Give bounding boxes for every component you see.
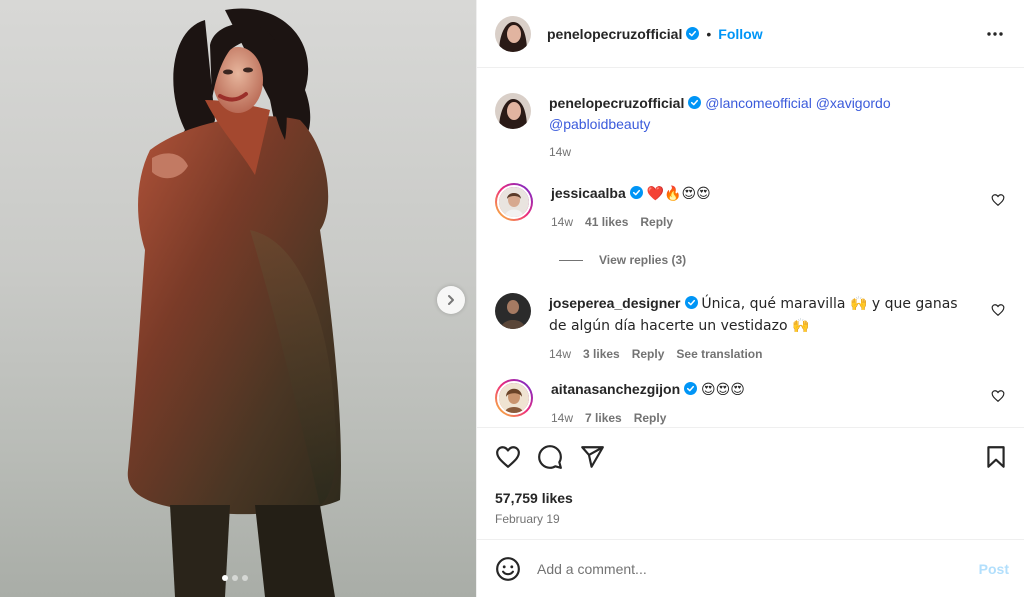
carousel-dot [232,575,238,581]
comment: aitanasanchezgijon 😍😍😍 14w 7 likes Reply [495,379,1005,427]
caption: penelopecruzofficial @lancomeofficial @x… [495,93,1005,163]
post-comment-button[interactable]: Post [979,561,1009,577]
reply-button[interactable]: Reply [634,408,667,427]
add-comment-bar: Post [477,539,1024,597]
comment-bubble-icon[interactable] [537,444,563,470]
post-photo [127,8,341,597]
carousel-dot [242,575,248,581]
mention-link[interactable]: @pabloidbeauty [549,116,650,132]
post-header: penelopecruzofficial • Follow [477,0,1024,68]
comment-likes[interactable]: 41 likes [585,212,628,233]
comment-likes[interactable]: 7 likes [585,408,622,427]
commenter-avatar[interactable] [495,379,533,417]
like-comment-heart-icon[interactable] [991,303,1005,317]
action-icons [495,444,605,470]
author-avatar[interactable] [495,15,531,52]
like-comment-heart-icon[interactable] [991,193,1005,207]
verified-badge-icon [688,96,702,109]
mention-link[interactable]: @lancomeofficial [705,95,812,111]
reply-button[interactable]: Reply [632,344,665,365]
post-actions: 57,759 likes February 19 [477,427,1024,539]
comment-meta: 14w 41 likes Reply [551,212,971,233]
chevron-right-icon [448,295,454,305]
verified-badge-icon [684,382,698,395]
view-replies-button[interactable]: View replies (3) [559,253,686,267]
next-slide-button[interactable] [437,286,465,314]
comment-text-line: aitanasanchezgijon 😍😍😍 [551,379,971,401]
author-username[interactable]: penelopecruzofficial [547,26,682,42]
separator-dot: • [706,25,712,42]
comment-meta: 14w 7 likes Reply [551,408,971,427]
replies-divider [559,259,583,261]
comments-list[interactable]: penelopecruzofficial @lancomeofficial @x… [477,69,1024,427]
mention-link[interactable]: @xavigordo [816,95,891,111]
caption-body: penelopecruzofficial @lancomeofficial @x… [549,93,969,163]
comment-username[interactable]: aitanasanchezgijon [551,381,680,397]
see-translation-button[interactable]: See translation [676,344,762,365]
like-heart-icon[interactable] [495,444,521,470]
carousel-dot [222,575,228,581]
comment-text-line: jessicaalba ❤️🔥😍😍 [551,183,971,205]
comment-text-line: joseperea_designer Única, qué maravilla … [549,293,969,337]
comment: jessicaalba ❤️🔥😍😍 14w 41 likes Reply [495,183,1005,233]
comment-meta: 14w 3 likes Reply See translation [549,344,969,365]
emoji-smiley-icon[interactable] [495,556,521,582]
comment-time[interactable]: 14w [551,408,573,427]
likes-count[interactable]: 57,759 likes [495,490,573,506]
author-avatar[interactable] [495,93,531,129]
post-dialog: penelopecruzofficial • Follow penelopecr… [0,0,1024,597]
post-media[interactable] [0,0,476,597]
share-send-icon[interactable] [579,444,605,470]
verified-badge-icon [629,186,643,199]
carousel-indicators [222,575,248,581]
comment: joseperea_designer Única, qué maravilla … [495,293,1005,365]
comment-likes[interactable]: 3 likes [583,344,620,365]
more-options-icon[interactable] [985,24,1005,44]
verified-badge-icon [686,27,700,40]
caption-time[interactable]: 14w [549,142,571,163]
bookmark-icon[interactable] [983,444,1009,470]
comment-text: 😍😍😍 [701,382,745,398]
comment-body: jessicaalba ❤️🔥😍😍 14w 41 likes Reply [551,183,971,233]
comment-username[interactable]: joseperea_designer [549,295,681,311]
caption-username[interactable]: penelopecruzofficial [549,95,684,111]
comment-body: joseperea_designer Única, qué maravilla … [549,293,969,365]
post-side-panel: penelopecruzofficial • Follow penelopecr… [476,0,1024,597]
caption-meta: 14w [549,142,969,163]
comment-input[interactable] [537,560,979,577]
follow-button[interactable]: Follow [718,26,762,42]
commenter-avatar[interactable] [495,293,531,329]
reply-button[interactable]: Reply [640,212,673,233]
comment-time[interactable]: 14w [551,212,573,233]
post-date[interactable]: February 19 [495,512,560,526]
view-replies-label: View replies (3) [599,253,687,267]
like-comment-heart-icon[interactable] [991,389,1005,403]
comment-username[interactable]: jessicaalba [551,185,626,201]
comment-time[interactable]: 14w [549,344,571,365]
comment-body: aitanasanchezgijon 😍😍😍 14w 7 likes Reply [551,379,971,427]
verified-badge-icon [684,296,698,309]
commenter-avatar[interactable] [495,183,533,221]
caption-text: penelopecruzofficial @lancomeofficial @x… [549,93,969,135]
comment-text: ❤️🔥😍😍 [646,186,711,202]
